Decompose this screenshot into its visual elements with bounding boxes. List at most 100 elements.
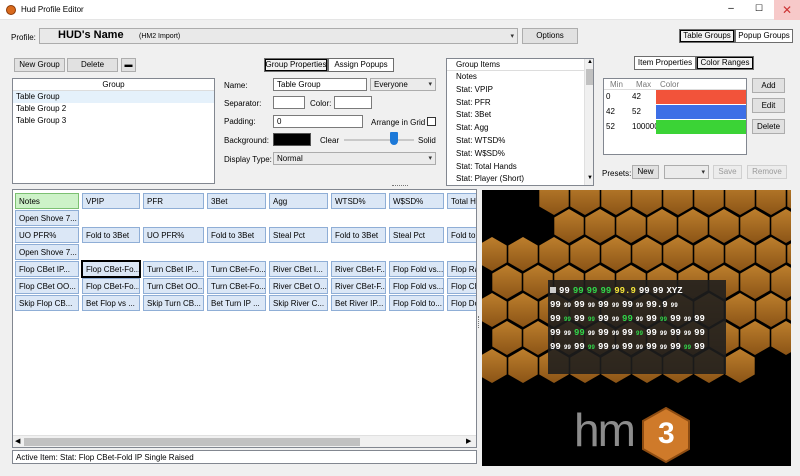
profile-select[interactable]: HUD's Name (HM2 Import) ▾ (39, 28, 518, 44)
arrange-grid-checkbox[interactable] (427, 117, 436, 126)
hud-stat-tile[interactable]: W$SD% (389, 193, 444, 209)
hud-stat-tile[interactable]: Bet River IP... (331, 295, 386, 311)
scroll-right-icon[interactable]: ▶ (466, 437, 471, 445)
hud-stat-tile[interactable]: Flop CBet OO... (15, 278, 79, 294)
hud-stat-tile[interactable]: Flop CBet-Fo... (81, 260, 141, 278)
hud-stat-tile[interactable]: Flop Fold vs... (389, 261, 444, 277)
add-range-button[interactable]: Add (752, 78, 785, 93)
hud-stat-tile[interactable]: UO PFR% (143, 227, 204, 243)
name-field[interactable]: Table Group (273, 78, 367, 91)
hud-stat-tile[interactable]: Agg (269, 193, 328, 209)
hud-stat-tile[interactable]: VPIP (82, 193, 140, 209)
group-item[interactable]: Stat: VPIP (447, 84, 593, 97)
group-list-item[interactable]: Table Group 3 (13, 115, 214, 127)
hud-stat-tile[interactable]: Bet Turn IP ... (207, 295, 266, 311)
color-range-row[interactable]: 0 42 (604, 90, 746, 105)
tab-color-ranges[interactable]: Color Ranges (696, 56, 754, 70)
scroll-thumb[interactable] (24, 438, 360, 446)
sidebar-small-icon[interactable]: ▬ (121, 58, 136, 72)
group-item[interactable]: Stat: WTSD% (447, 135, 593, 148)
close-icon[interactable]: ✕ (774, 0, 800, 20)
hud-stat-tile[interactable]: Turn CBet IP... (143, 261, 204, 277)
scroll-up-icon[interactable]: ▲ (587, 59, 593, 65)
hud-stat-tile[interactable]: Notes (15, 193, 79, 209)
hud-stat-tile[interactable]: River CBet I... (269, 261, 328, 277)
maximize-icon[interactable]: ☐ (745, 3, 773, 17)
scroll-thumb[interactable] (586, 69, 593, 85)
group-item[interactable]: Stat: W$SD% (447, 148, 593, 161)
opacity-slider-track[interactable] (344, 139, 414, 141)
hud-stat-tile[interactable]: River CBet O... (269, 278, 328, 294)
hud-stat-tile[interactable]: WTSD% (331, 193, 386, 209)
hud-stat-tile[interactable]: Fold to 3Bet (331, 227, 386, 243)
hud-stat-tile[interactable]: UO PFR% (15, 227, 79, 243)
hud-stat-tile[interactable]: Turn CBet OO... (143, 278, 204, 294)
scroll-left-icon[interactable]: ◀ (15, 437, 20, 445)
group-item[interactable]: Stat: Agg (447, 122, 593, 135)
background-color-swatch[interactable] (273, 133, 311, 146)
hud-stat-tile[interactable]: Flop CBet-Fo... (82, 278, 140, 294)
hud-stat-tile[interactable]: Fold to 3Bet (207, 227, 266, 243)
color-field[interactable] (334, 96, 372, 109)
range-color-swatch[interactable] (656, 90, 746, 104)
hud-stat-tile[interactable]: Turn CBet-Fo... (207, 261, 266, 277)
color-range-row[interactable]: 52 100000 (604, 120, 746, 135)
hud-stat-tile[interactable]: Fold to 3 (447, 227, 476, 243)
hud-stat-tile[interactable]: Skip Flop CB... (15, 295, 79, 311)
opacity-slider-thumb[interactable] (390, 132, 398, 145)
range-color-swatch[interactable] (656, 105, 746, 119)
color-range-row[interactable]: 42 52 (604, 105, 746, 120)
hud-stat-tile[interactable]: Steal Pct (389, 227, 444, 243)
tab-group-properties[interactable]: Group Properties (264, 58, 328, 72)
group-list-item[interactable]: Table Group (13, 91, 214, 103)
hud-stat-tile[interactable]: Open Shove 7... (15, 244, 79, 260)
range-color-swatch[interactable] (656, 120, 746, 134)
grid-hscrollbar[interactable]: ◀ ▶ (13, 435, 476, 447)
group-item[interactable]: Stat: Player (Short) (447, 173, 593, 185)
side-grip[interactable] (478, 316, 480, 328)
hud-stat-tile[interactable]: Flop Fold to... (389, 295, 444, 311)
group-list-item[interactable]: Table Group 2 (13, 103, 214, 115)
group-item[interactable]: Notes (447, 71, 593, 84)
hud-stat-tile[interactable]: Bet Flop vs ... (82, 295, 140, 311)
hud-stat-tile[interactable]: Fold to 3Bet (82, 227, 140, 243)
tab-assign-popups[interactable]: Assign Popups (328, 58, 394, 72)
group-item[interactable]: Stat: 3Bet (447, 109, 593, 122)
group-items-scrollbar[interactable]: ▲ ▼ (584, 59, 593, 185)
hud-stat-tile[interactable]: Skip Turn CB... (143, 295, 204, 311)
scroll-down-icon[interactable]: ▼ (587, 175, 593, 181)
delete-range-button[interactable]: Delete (752, 119, 785, 134)
tab-popup-groups[interactable]: Popup Groups (735, 29, 793, 43)
hud-stat-tile[interactable]: Total Ha (447, 193, 476, 209)
tab-table-groups[interactable]: Table Groups (679, 29, 735, 43)
hud-stat-tile[interactable]: River CBet-F... (331, 278, 386, 294)
new-group-button[interactable]: New Group (14, 58, 65, 72)
hud-stat-tile[interactable]: River CBet-F... (331, 261, 386, 277)
minimize-icon[interactable]: – (717, 3, 745, 17)
hud-stat-tile[interactable]: Steal Pct (269, 227, 328, 243)
group-item[interactable]: Stat: Total Hands (447, 161, 593, 174)
hud-stat-tile[interactable]: Turn CBet-Fo... (207, 278, 266, 294)
hud-stat-tile[interactable]: Flop Raise (447, 261, 476, 277)
padding-field[interactable]: 0 (273, 115, 363, 128)
preset-select[interactable]: ▾ (664, 165, 709, 179)
tab-item-properties[interactable]: Item Properties (634, 56, 696, 70)
preset-new-button[interactable]: New (632, 165, 659, 179)
hud-stat-tile[interactable]: Flop Che (447, 278, 476, 294)
group-item[interactable]: Stat: PFR (447, 97, 593, 110)
edit-range-button[interactable]: Edit (752, 98, 785, 113)
preset-save-button[interactable]: Save (713, 165, 742, 179)
hud-stat-tile[interactable]: Flop CBet IP... (15, 261, 79, 277)
who-select[interactable]: Everyone ▾ (370, 78, 436, 91)
splitter-grip[interactable] (392, 185, 408, 188)
hud-stat-tile[interactable]: 3Bet (207, 193, 266, 209)
hud-stat-tile[interactable]: Skip River C... (269, 295, 328, 311)
hud-stat-tile[interactable]: PFR (143, 193, 204, 209)
display-type-select[interactable]: Normal ▾ (273, 152, 436, 165)
hud-stat-tile[interactable]: Open Shove 7... (15, 210, 79, 226)
separator-field[interactable] (273, 96, 305, 109)
hud-stat-tile[interactable]: Flop Don (447, 295, 476, 311)
hud-stat-tile[interactable]: Flop Fold vs... (389, 278, 444, 294)
options-button[interactable]: Options (522, 28, 578, 44)
delete-group-button[interactable]: Delete (67, 58, 118, 72)
